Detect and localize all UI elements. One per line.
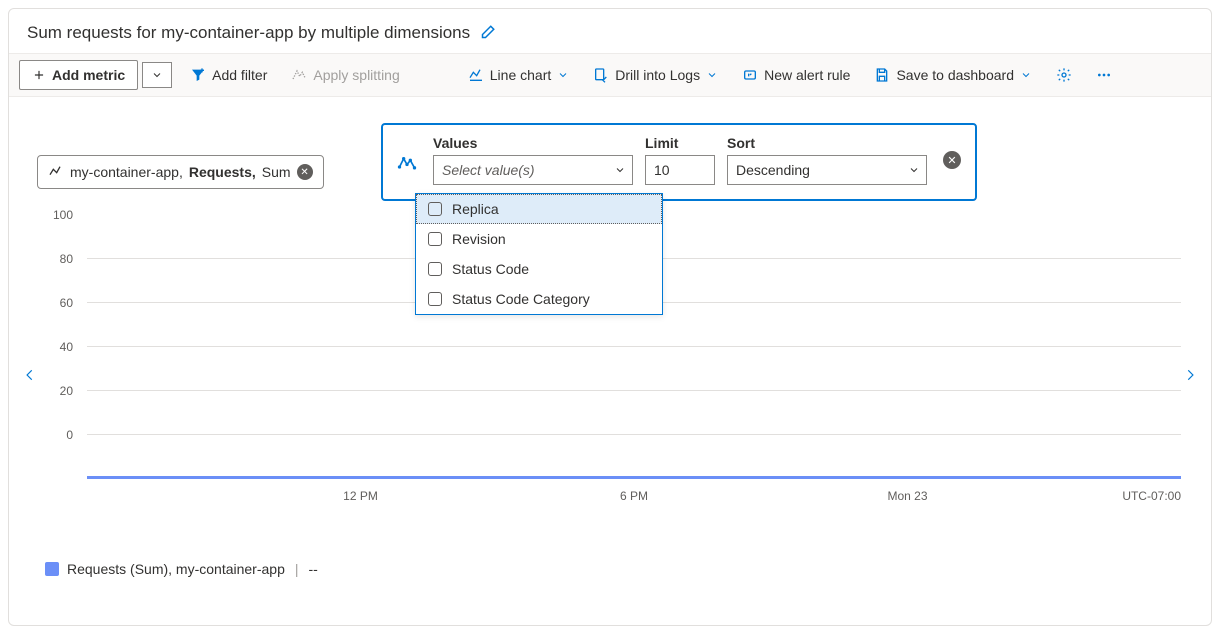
legend-value: -- bbox=[309, 561, 318, 577]
dropdown-option-revision[interactable]: Revision bbox=[416, 224, 662, 254]
add-metric-button[interactable]: Add metric bbox=[19, 60, 138, 90]
metric-pill[interactable]: my-container-app, Requests, Sum ✕ bbox=[37, 155, 324, 189]
drill-logs-label: Drill into Logs bbox=[615, 67, 700, 83]
save-icon bbox=[874, 67, 890, 83]
new-alert-button[interactable]: New alert rule bbox=[732, 61, 860, 89]
y-tick: 100 bbox=[53, 208, 73, 222]
values-dropdown: Replica Revision Status Code Status Code… bbox=[415, 193, 663, 315]
metrics-card: Sum requests for my-container-app by mul… bbox=[8, 8, 1212, 626]
dropdown-option-status-code-category[interactable]: Status Code Category bbox=[416, 284, 662, 314]
chevron-down-icon bbox=[1020, 69, 1032, 81]
dropdown-option-replica[interactable]: Replica bbox=[416, 194, 662, 224]
limit-label: Limit bbox=[645, 135, 715, 151]
apply-splitting-button: Apply splitting bbox=[281, 61, 409, 89]
values-select[interactable]: Select value(s) bbox=[433, 155, 633, 185]
plus-icon bbox=[32, 68, 46, 82]
metric-name: Requests, bbox=[189, 164, 256, 180]
save-dashboard-button[interactable]: Save to dashboard bbox=[864, 61, 1042, 89]
add-metric-label: Add metric bbox=[52, 67, 125, 83]
content-area: my-container-app, Requests, Sum ✕ Values… bbox=[9, 97, 1211, 207]
x-tick: 6 PM bbox=[620, 489, 648, 503]
alert-icon bbox=[742, 67, 758, 83]
checkbox-icon bbox=[428, 202, 442, 216]
split-panel: Values Select value(s) Limit 10 Sort Des… bbox=[381, 123, 977, 201]
dropdown-option-label: Status Code bbox=[452, 261, 529, 277]
splitting-icon bbox=[291, 67, 307, 83]
chevron-down-icon bbox=[614, 164, 626, 176]
drill-logs-button[interactable]: Drill into Logs bbox=[583, 61, 728, 89]
metric-resource: my-container-app, bbox=[70, 164, 183, 180]
legend-label: Requests (Sum), my-container-app bbox=[67, 561, 285, 577]
title-row: Sum requests for my-container-app by mul… bbox=[9, 9, 1211, 53]
chart-type-label: Line chart bbox=[490, 67, 551, 83]
checkbox-icon bbox=[428, 262, 442, 276]
remove-metric-icon[interactable]: ✕ bbox=[297, 164, 313, 180]
y-tick: 40 bbox=[60, 340, 73, 354]
logs-icon bbox=[593, 67, 609, 83]
values-column: Values Select value(s) bbox=[433, 135, 633, 185]
chart-title: Sum requests for my-container-app by mul… bbox=[27, 23, 470, 43]
remove-split-icon[interactable]: ✕ bbox=[943, 151, 961, 169]
filter-icon bbox=[190, 67, 206, 83]
dropdown-option-label: Replica bbox=[452, 201, 499, 217]
add-filter-button[interactable]: Add filter bbox=[180, 61, 277, 89]
data-line bbox=[87, 476, 1181, 479]
sort-select[interactable]: Descending bbox=[727, 155, 927, 185]
legend-separator: | bbox=[295, 561, 299, 577]
chevron-down-icon bbox=[908, 164, 920, 176]
toolbar: Add metric Add filter Apply splitting Li… bbox=[9, 53, 1211, 97]
chevron-down-icon bbox=[706, 69, 718, 81]
y-tick: 60 bbox=[60, 296, 73, 310]
gridline bbox=[87, 434, 1181, 435]
checkbox-icon bbox=[428, 232, 442, 246]
settings-button[interactable] bbox=[1046, 61, 1082, 89]
legend: Requests (Sum), my-container-app | -- bbox=[45, 561, 318, 577]
gridline bbox=[87, 346, 1181, 347]
split-line-icon bbox=[397, 152, 417, 172]
timezone-label: UTC-07:00 bbox=[1122, 489, 1181, 503]
add-filter-label: Add filter bbox=[212, 67, 267, 83]
metric-agg: Sum bbox=[262, 164, 291, 180]
gear-icon bbox=[1056, 67, 1072, 83]
apply-splitting-label: Apply splitting bbox=[313, 67, 399, 83]
edit-title-icon[interactable] bbox=[478, 24, 496, 42]
x-tick: 12 PM bbox=[343, 489, 378, 503]
limit-value: 10 bbox=[654, 162, 670, 178]
add-metric-chevron[interactable] bbox=[142, 62, 172, 88]
limit-input[interactable]: 10 bbox=[645, 155, 715, 185]
metric-line-icon bbox=[48, 164, 64, 180]
y-tick: 80 bbox=[60, 252, 73, 266]
y-tick: 0 bbox=[66, 428, 73, 442]
checkbox-icon bbox=[428, 292, 442, 306]
chevron-down-icon bbox=[557, 69, 569, 81]
limit-column: Limit 10 bbox=[645, 135, 715, 185]
new-alert-label: New alert rule bbox=[764, 67, 850, 83]
values-label: Values bbox=[433, 135, 633, 151]
dropdown-option-label: Revision bbox=[452, 231, 506, 247]
values-placeholder: Select value(s) bbox=[442, 162, 535, 178]
more-button[interactable] bbox=[1086, 61, 1122, 89]
sort-column: Sort Descending bbox=[727, 135, 927, 185]
sort-label: Sort bbox=[727, 135, 927, 151]
save-dashboard-label: Save to dashboard bbox=[896, 67, 1014, 83]
x-tick: Mon 23 bbox=[887, 489, 927, 503]
sort-value: Descending bbox=[736, 162, 810, 178]
chart-type-button[interactable]: Line chart bbox=[458, 61, 579, 89]
dropdown-option-status-code[interactable]: Status Code bbox=[416, 254, 662, 284]
y-tick: 20 bbox=[60, 384, 73, 398]
gridline bbox=[87, 390, 1181, 391]
line-chart-icon bbox=[468, 67, 484, 83]
legend-swatch bbox=[45, 562, 59, 576]
ellipsis-icon bbox=[1096, 67, 1112, 83]
x-axis: 12 PM 6 PM Mon 23 UTC-07:00 bbox=[87, 489, 1181, 509]
dropdown-option-label: Status Code Category bbox=[452, 291, 590, 307]
y-axis: 0 20 40 60 80 100 bbox=[39, 229, 79, 479]
